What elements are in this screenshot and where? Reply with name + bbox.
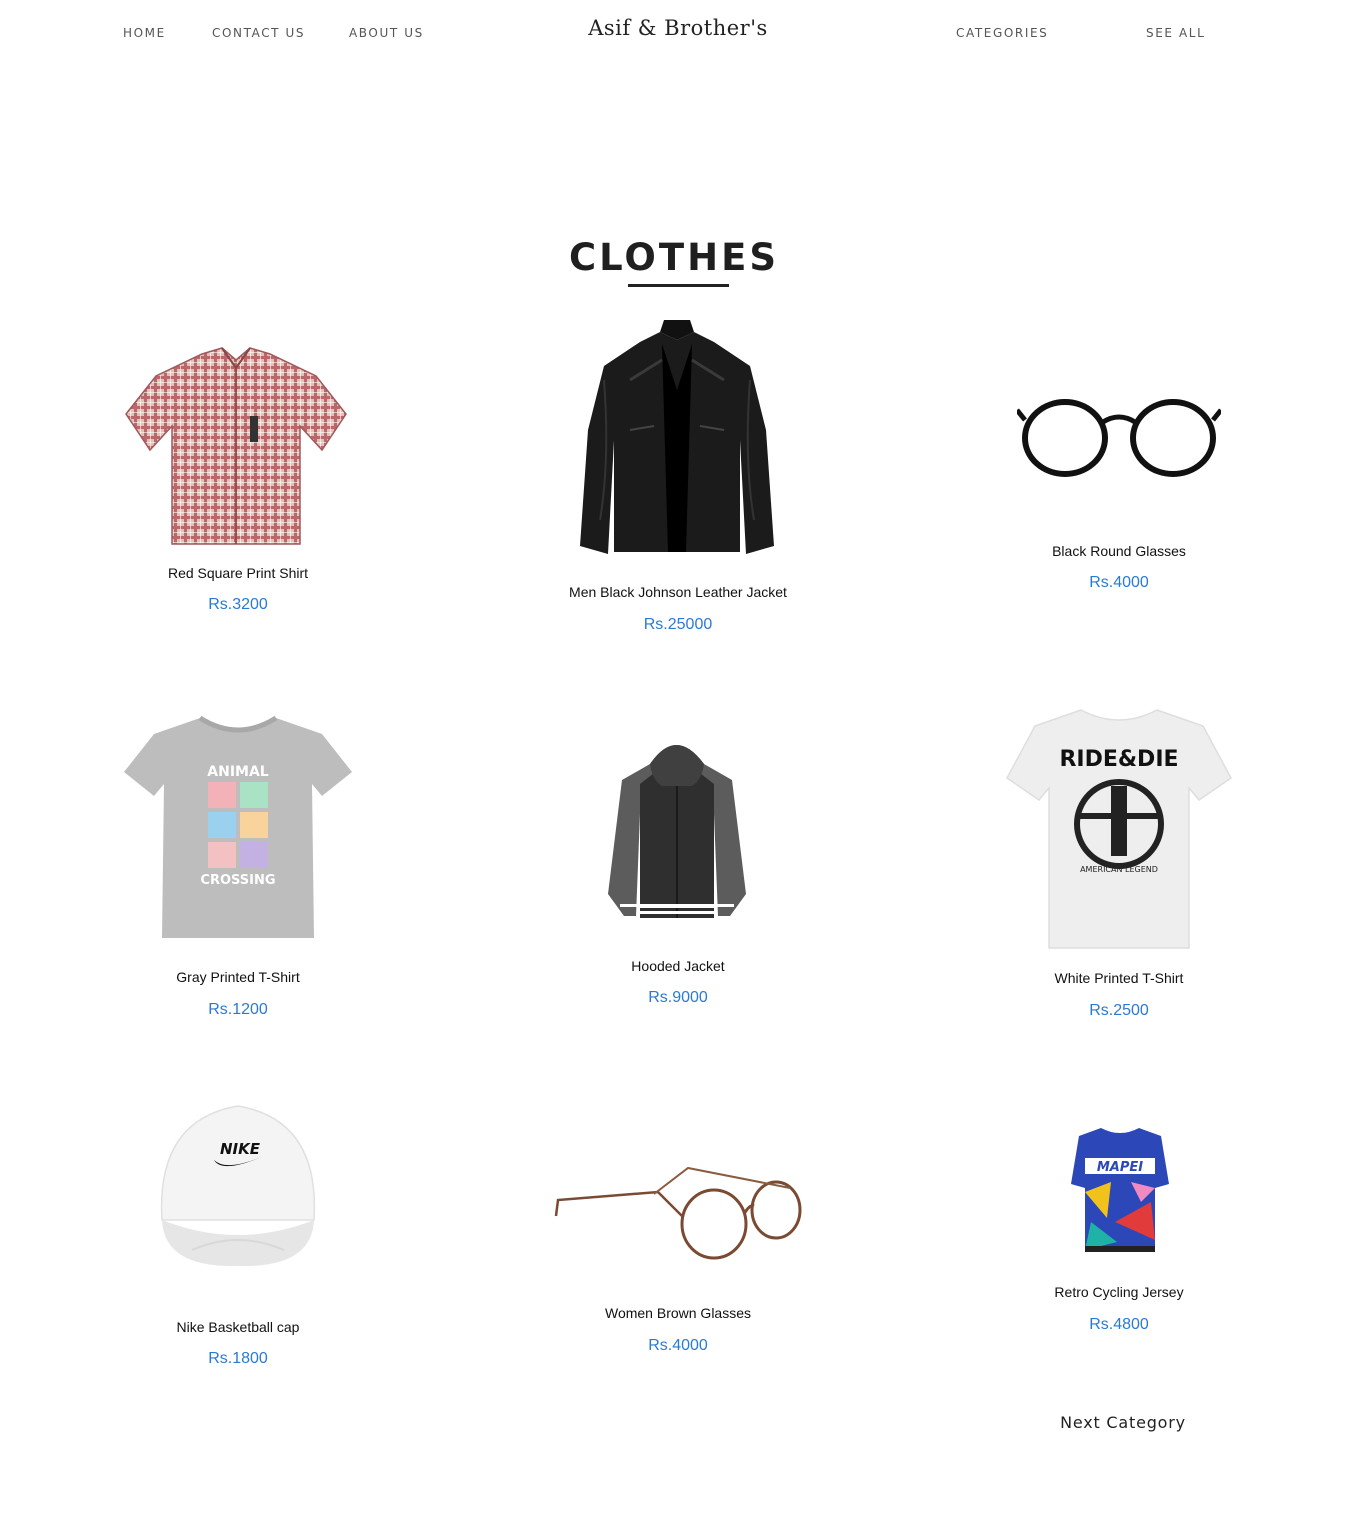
svg-text:RIDE&DIE: RIDE&DIE [1059, 747, 1178, 772]
brand-logo[interactable]: Asif & Brother's [478, 16, 878, 40]
section-title: CLOTHES [569, 236, 779, 279]
product-name[interactable]: Women Brown Glasses [528, 1305, 828, 1321]
nav-about-link[interactable]: ABOUT US [349, 26, 424, 40]
svg-text:AMERICAN LEGEND: AMERICAN LEGEND [1080, 865, 1158, 874]
plaid-shirt-image[interactable] [124, 346, 348, 548]
product-price: Rs.1200 [208, 1001, 268, 1018]
product-name[interactable]: Red Square Print Shirt [88, 565, 388, 581]
product-name[interactable]: Gray Printed T-Shirt [88, 969, 388, 985]
product-price: Rs.25000 [643, 616, 713, 633]
svg-text:NIKE: NIKE [220, 1140, 261, 1158]
next-category-link[interactable]: Next Category [1040, 1413, 1206, 1432]
product-name[interactable]: Hooded Jacket [528, 958, 828, 974]
white-tshirt-image[interactable]: RIDE&DIE AMERICAN LEGEND [1005, 704, 1233, 952]
cycling-jersey-image[interactable]: MAPEI [1071, 1122, 1169, 1256]
svg-text:MAPEI: MAPEI [1097, 1160, 1143, 1175]
product-price: Rs.4000 [648, 1337, 708, 1354]
product-name[interactable]: Nike Basketball cap [88, 1319, 388, 1335]
brown-glasses-image[interactable] [554, 1164, 804, 1264]
nav-contact-link[interactable]: CONTACT US [212, 26, 305, 40]
svg-text:CROSSING: CROSSING [200, 873, 275, 888]
nav-categories-link[interactable]: CATEGORIES [956, 26, 1048, 40]
svg-text:ANIMAL: ANIMAL [207, 764, 269, 780]
round-glasses-image[interactable] [1017, 396, 1221, 478]
leather-jacket-image[interactable] [570, 320, 784, 560]
product-price: Rs.4000 [1089, 574, 1149, 591]
hooded-jacket-image[interactable] [606, 734, 748, 924]
product-price: Rs.1800 [208, 1350, 268, 1367]
nav-home-link[interactable]: HOME [123, 26, 166, 40]
nav-see-all-link[interactable]: SEE ALL [1146, 26, 1205, 40]
product-name[interactable]: White Printed T-Shirt [969, 970, 1269, 986]
product-price: Rs.4800 [1089, 1316, 1149, 1333]
cap-image[interactable]: NIKE [152, 1100, 324, 1270]
product-name[interactable]: Men Black Johnson Leather Jacket [528, 584, 828, 600]
gray-tshirt-image[interactable]: ANIMAL CROSSING [122, 714, 354, 942]
product-price: Rs.2500 [1089, 1002, 1149, 1019]
product-price: Rs.9000 [648, 989, 708, 1006]
title-underline [628, 284, 729, 287]
product-name[interactable]: Retro Cycling Jersey [969, 1284, 1269, 1300]
product-name[interactable]: Black Round Glasses [969, 543, 1269, 559]
product-price: Rs.3200 [208, 596, 268, 613]
